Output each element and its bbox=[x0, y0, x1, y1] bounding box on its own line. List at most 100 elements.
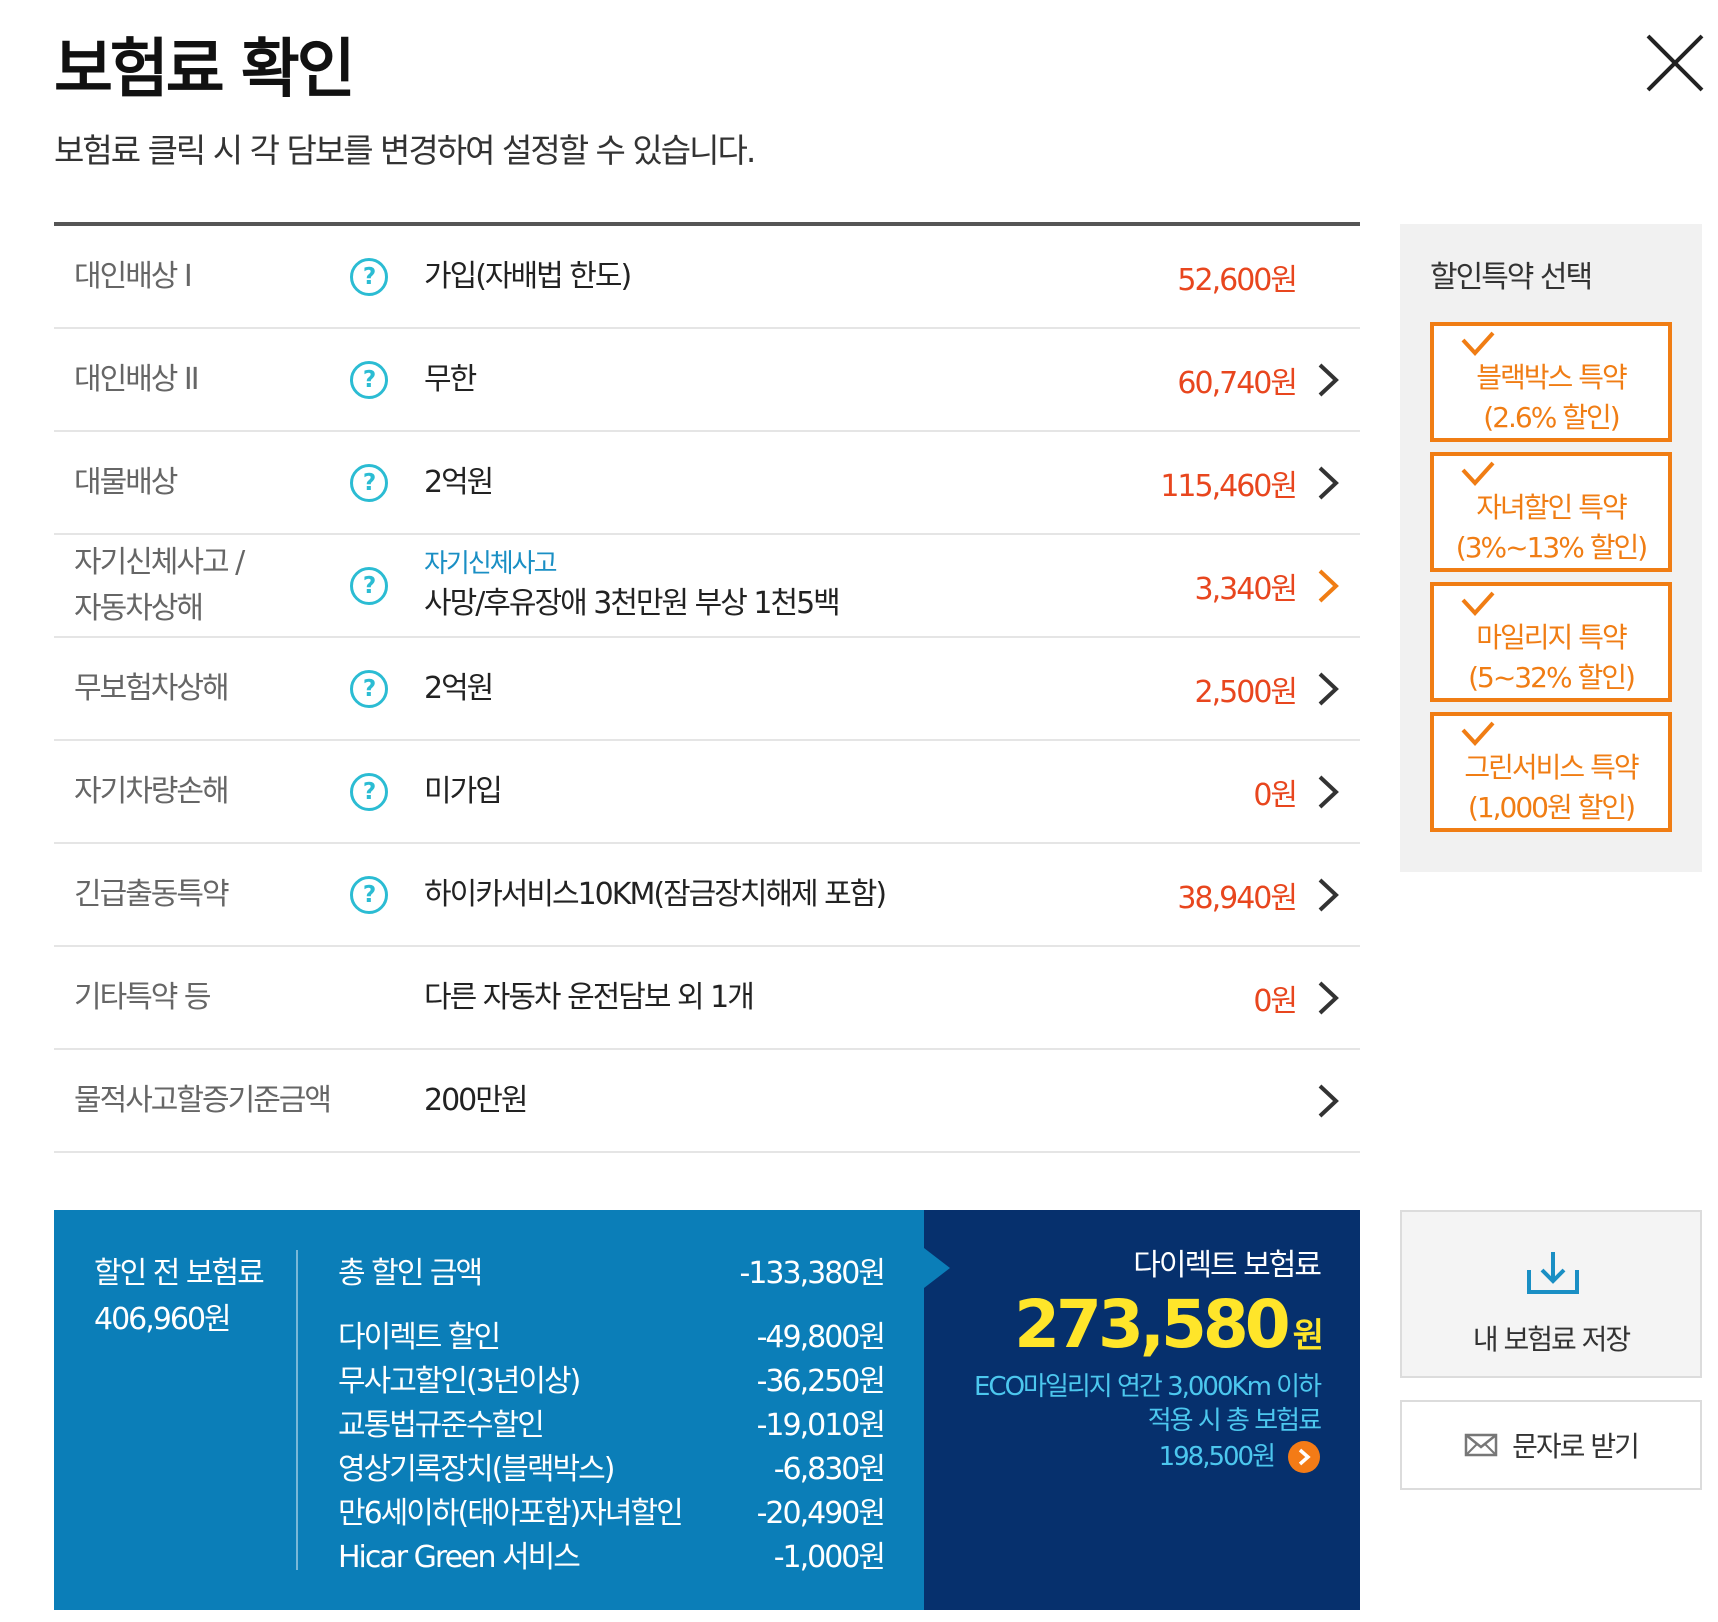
pointer-notch bbox=[924, 1248, 950, 1288]
question-icon[interactable]: ? bbox=[350, 875, 388, 914]
discount-item-rate: (3%~13% 할인) bbox=[1455, 531, 1648, 564]
before-discount-value: 406,960원 bbox=[94, 1302, 232, 1337]
discount-panel-title: 할인특약 선택 bbox=[1430, 260, 1593, 295]
coverage-value: 2억원 bbox=[424, 670, 494, 706]
discount-line: 다이렉트 할인 -49,800원 bbox=[338, 1312, 886, 1356]
discount-line-label: 만6세이하(태아포함)자녀할인 bbox=[338, 1496, 684, 1531]
coverage-row-bodily-injury-1[interactable]: 대인배상 I ? 가입(자배법 한도) 52,600원 bbox=[54, 226, 1360, 329]
discount-item-green-service[interactable]: 그린서비스 특약 (1,000원 할인) bbox=[1430, 712, 1672, 832]
coverage-type-link[interactable]: 자기신체사고 bbox=[424, 546, 839, 582]
coverage-value: 다른 자동차 운전담보 외 1개 bbox=[424, 979, 755, 1015]
coverage-name: 대인배상 II bbox=[74, 361, 200, 397]
discount-line-label: 교통법규준수할인 bbox=[338, 1408, 545, 1443]
coverage-value: 2억원 bbox=[424, 464, 494, 500]
coverage-table: 대인배상 I ? 가입(자배법 한도) 52,600원 대인배상 II ? 무한… bbox=[54, 222, 1360, 1153]
discount-line: Hicar Green 서비스 -1,000원 bbox=[338, 1532, 886, 1576]
discount-item-blackbox[interactable]: 블랙박스 특약 (2.6% 할인) bbox=[1430, 322, 1672, 442]
question-icon[interactable]: ? bbox=[350, 772, 388, 811]
discount-line-value: -36,250원 bbox=[756, 1364, 886, 1399]
discount-line-value: -20,490원 bbox=[756, 1496, 886, 1531]
coverage-value: 200만원 bbox=[424, 1082, 528, 1118]
coverage-value: 가입(자배법 한도) bbox=[424, 258, 632, 294]
coverage-value: 미가입 bbox=[424, 773, 503, 809]
coverage-name: 기타특약 등 bbox=[74, 979, 212, 1015]
question-icon[interactable]: ? bbox=[350, 463, 388, 502]
coverage-price[interactable]: 115,460원 bbox=[1160, 461, 1298, 505]
chevron-right-icon[interactable] bbox=[1312, 567, 1342, 605]
save-premium-button[interactable]: 내 보험료 저장 bbox=[1400, 1210, 1702, 1378]
close-icon[interactable] bbox=[1644, 32, 1706, 94]
coverage-name: 물적사고할증기준금액 bbox=[74, 1082, 332, 1118]
discount-summary: 할인 전 보험료 406,960원 총 할인 금액 -133,380원 다이렉트… bbox=[54, 1210, 924, 1610]
coverage-row-bodily-injury-2[interactable]: 대인배상 II ? 무한 60,740원 bbox=[54, 329, 1360, 432]
coverage-row-self-injury[interactable]: 자기신체사고 / 자동차상해 ? 자기신체사고 사망/후유장애 3천만원 부상 … bbox=[54, 535, 1360, 638]
discount-line-label: 다이렉트 할인 bbox=[338, 1320, 501, 1355]
question-icon[interactable]: ? bbox=[350, 566, 388, 605]
discount-line-value: -19,010원 bbox=[756, 1408, 886, 1443]
discount-item-rate: (1,000원 할인) bbox=[1467, 791, 1636, 824]
chevron-right-icon[interactable] bbox=[1312, 1082, 1342, 1120]
coverage-price[interactable]: 0원 bbox=[1253, 770, 1298, 814]
eco-premium-link[interactable]: 198,500원 bbox=[1159, 1440, 1320, 1474]
chevron-right-icon[interactable] bbox=[1312, 670, 1342, 708]
coverage-row-uninsured-motorist[interactable]: 무보험차상해 ? 2억원 2,500원 bbox=[54, 638, 1360, 741]
discount-line-label: 영상기록장치(블랙박스) bbox=[338, 1452, 615, 1487]
question-icon[interactable]: ? bbox=[350, 360, 388, 399]
send-sms-button[interactable]: 문자로 받기 bbox=[1400, 1400, 1702, 1490]
discount-item-child[interactable]: 자녀할인 특약 (3%~13% 할인) bbox=[1430, 452, 1672, 572]
coverage-row-surcharge-threshold[interactable]: 물적사고할증기준금액 200만원 bbox=[54, 1050, 1360, 1153]
coverage-row-property-damage[interactable]: 대물배상 ? 2억원 115,460원 bbox=[54, 432, 1360, 535]
save-premium-label: 내 보험료 저장 bbox=[1472, 1323, 1631, 1356]
check-icon bbox=[1461, 461, 1495, 486]
coverage-price: 52,600원 bbox=[1177, 262, 1298, 298]
discount-line: 만6세이하(태아포함)자녀할인 -20,490원 bbox=[338, 1488, 886, 1532]
chevron-right-icon[interactable] bbox=[1312, 361, 1342, 399]
mail-icon bbox=[1464, 1433, 1498, 1457]
coverage-price[interactable]: 0원 bbox=[1253, 976, 1298, 1020]
divider bbox=[296, 1250, 298, 1570]
chevron-right-icon[interactable] bbox=[1312, 876, 1342, 914]
direct-premium-value: 273,580 원 bbox=[1014, 1286, 1324, 1363]
coverage-price[interactable]: 2,500원 bbox=[1195, 667, 1298, 711]
chevron-right-icon[interactable] bbox=[1312, 773, 1342, 811]
direct-premium-box: 다이렉트 보험료 273,580 원 ECO마일리지 연간 3,000Km 이하 … bbox=[924, 1210, 1360, 1610]
coverage-value: 자기신체사고 사망/후유장애 3천만원 부상 1천5백 bbox=[424, 546, 841, 626]
discount-item-label: 그린서비스 특약 bbox=[1464, 751, 1639, 784]
coverage-row-other-riders[interactable]: 기타특약 등 다른 자동차 운전담보 외 1개 0원 bbox=[54, 947, 1360, 1050]
coverage-name: 자기차량손해 bbox=[74, 773, 230, 809]
coverage-row-own-vehicle-damage[interactable]: 자기차량손해 ? 미가입 0원 bbox=[54, 741, 1360, 844]
coverage-name: 긴급출동특약 bbox=[74, 876, 230, 912]
discount-item-rate: (2.6% 할인) bbox=[1483, 401, 1620, 434]
discount-line: 교통법규준수할인 -19,010원 bbox=[338, 1400, 886, 1444]
total-discount-label: 총 할인 금액 bbox=[338, 1256, 483, 1291]
before-discount-label: 할인 전 보험료 bbox=[94, 1256, 265, 1291]
question-icon[interactable]: ? bbox=[350, 257, 388, 296]
coverage-value: 무한 bbox=[424, 361, 477, 397]
check-icon bbox=[1461, 721, 1495, 746]
discount-item-label: 마일리지 특약 bbox=[1476, 621, 1627, 654]
discount-item-rate: (5~32% 할인) bbox=[1468, 661, 1636, 694]
eco-premium-value: 198,500원 bbox=[1158, 1442, 1276, 1472]
discount-line-label: 무사고할인(3년이상) bbox=[338, 1364, 581, 1399]
discount-line-value: -6,830원 bbox=[773, 1452, 886, 1487]
discount-item-label: 블랙박스 특약 bbox=[1476, 361, 1627, 394]
arrow-circle-icon[interactable] bbox=[1288, 1441, 1320, 1473]
coverage-row-emergency-service[interactable]: 긴급출동특약 ? 하이카서비스10KM(잠금장치해제 포함) 38,940원 bbox=[54, 844, 1360, 947]
discount-item-mileage[interactable]: 마일리지 특약 (5~32% 할인) bbox=[1430, 582, 1672, 702]
download-icon bbox=[1527, 1252, 1579, 1294]
question-icon[interactable]: ? bbox=[350, 669, 388, 708]
coverage-price[interactable]: 60,740원 bbox=[1177, 358, 1298, 402]
check-icon bbox=[1461, 331, 1495, 356]
discount-line-label: Hicar Green 서비스 bbox=[338, 1540, 581, 1575]
coverage-name: 대인배상 I bbox=[74, 258, 193, 294]
discount-item-label: 자녀할인 특약 bbox=[1476, 491, 1627, 524]
coverage-name: 자기신체사고 / 자동차상해 bbox=[74, 544, 245, 626]
chevron-right-icon[interactable] bbox=[1312, 979, 1342, 1017]
coverage-name: 대물배상 bbox=[74, 464, 178, 500]
chevron-right-icon[interactable] bbox=[1312, 464, 1342, 502]
coverage-price[interactable]: 38,940원 bbox=[1177, 873, 1298, 917]
coverage-price[interactable]: 3,340원 bbox=[1195, 564, 1298, 608]
discount-line: 영상기록장치(블랙박스) -6,830원 bbox=[338, 1444, 886, 1488]
discount-rider-panel: 할인특약 선택 블랙박스 특약 (2.6% 할인) 자녀할인 특약 (3%~13… bbox=[1400, 224, 1702, 872]
premium-summary: 할인 전 보험료 406,960원 총 할인 금액 -133,380원 다이렉트… bbox=[54, 1210, 1360, 1610]
